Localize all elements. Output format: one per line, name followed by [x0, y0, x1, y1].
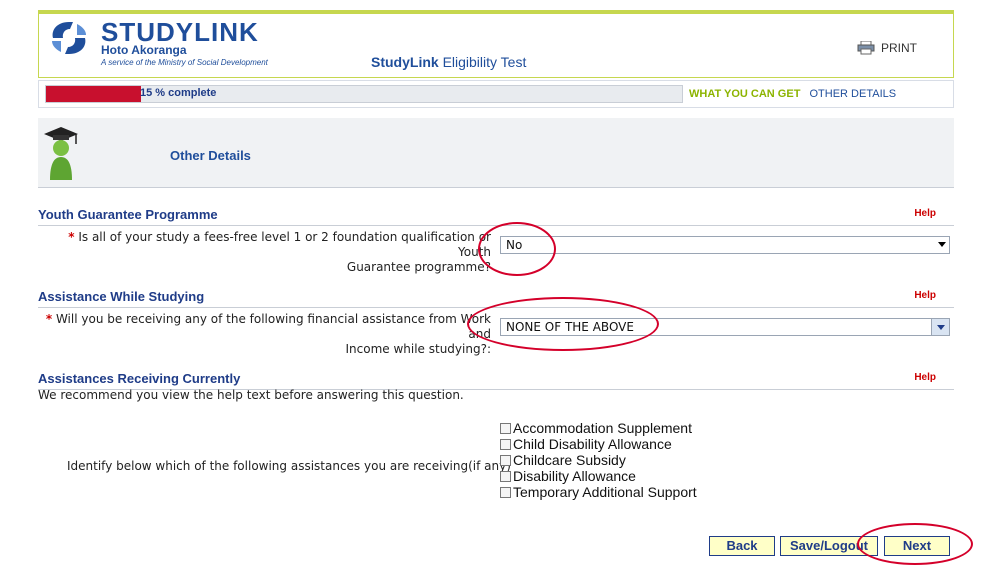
assistance-while-studying-select[interactable]: NONE OF THE ABOVE [500, 318, 950, 336]
question-title: Assistances Receiving Currently [38, 371, 241, 386]
question-label-line2: Income while studying?: [345, 342, 491, 356]
checkbox[interactable] [500, 454, 511, 466]
youth-guarantee-select[interactable]: No [500, 236, 950, 254]
checkbox-accommodation-supplement[interactable]: Accommodation Supplement [500, 420, 697, 436]
section-title: Other Details [170, 148, 251, 163]
question-title: Assistance While Studying [38, 289, 205, 304]
checkbox-label: Temporary Additional Support [513, 484, 697, 500]
back-button[interactable]: Back [709, 536, 775, 556]
question-label-assistance-while-studying: * Will you be receiving any of the follo… [36, 312, 491, 357]
checkbox-label: Childcare Subsidy [513, 452, 626, 468]
progress-label: 15 % complete [140, 87, 217, 99]
help-recommendation-note: We recommend you view the help text befo… [38, 388, 464, 402]
next-button[interactable]: Next [884, 536, 950, 556]
progress-bar-row: 15 % complete WHAT YOU CAN GET OTHER DET… [38, 80, 954, 108]
checkbox-label: Disability Allowance [513, 468, 636, 484]
progress-track: 15 % complete [45, 85, 683, 103]
checkbox[interactable] [500, 486, 511, 498]
step-what-you-can-get: WHAT YOU CAN GET [689, 88, 801, 100]
checkbox-child-disability-allowance[interactable]: Child Disability Allowance [500, 436, 697, 452]
logo-subtitle: Hoto Akoranga [101, 43, 187, 57]
checkbox-disability-allowance[interactable]: Disability Allowance [500, 468, 697, 484]
save-logout-button[interactable]: Save/Logout [780, 536, 878, 556]
studylink-logo-icon [52, 22, 86, 54]
checkbox-label: Child Disability Allowance [513, 436, 672, 452]
question-label-line1: Is all of your study a fees-free level 1… [78, 230, 491, 259]
question-label-youth-guarantee: * Is all of your study a fees-free level… [36, 230, 491, 275]
print-button[interactable]: PRINT [857, 41, 917, 55]
question-heading-assistance-while-studying: Assistance While Studying Help [38, 289, 954, 308]
question-label-line1: Will you be receiving any of the followi… [55, 312, 491, 341]
assistances-checkbox-list: Accommodation Supplement Child Disabilit… [500, 420, 697, 500]
app-title: StudyLink Eligibility Test [371, 54, 526, 70]
page-header: STUDYLINK Hoto Akoranga A service of the… [38, 10, 954, 78]
checkbox[interactable] [500, 470, 511, 482]
question-heading-youth-guarantee: Youth Guarantee Programme Help [38, 207, 954, 226]
identify-assistances-label: Identify below which of the following as… [67, 459, 511, 473]
dropdown-arrow-icon [937, 325, 945, 330]
required-mark: * [45, 312, 53, 326]
question-label-line2: Guarantee programme? [346, 260, 491, 274]
progress-fill [46, 86, 142, 102]
print-label: PRINT [881, 41, 917, 55]
dropdown-arrow-icon [938, 242, 946, 247]
selected-value: No [506, 238, 523, 252]
app-title-rest: Eligibility Test [442, 54, 527, 70]
step-other-details: OTHER DETAILS [809, 88, 897, 100]
logo-tagline: A service of the Ministry of Social Deve… [101, 58, 268, 67]
checkbox-label: Accommodation Supplement [513, 420, 692, 436]
checkbox[interactable] [500, 422, 511, 434]
checkbox[interactable] [500, 438, 511, 450]
help-link[interactable]: Help [914, 290, 936, 301]
section-banner: Other Details [38, 118, 954, 188]
dropdown-button[interactable] [931, 319, 949, 335]
help-link[interactable]: Help [914, 208, 936, 219]
step-indicator: WHAT YOU CAN GET OTHER DETAILS [689, 88, 896, 100]
help-link[interactable]: Help [914, 372, 936, 383]
printer-icon [857, 41, 875, 55]
checkbox-temporary-additional-support[interactable]: Temporary Additional Support [500, 484, 697, 500]
app-title-bold: StudyLink [371, 54, 439, 70]
selected-value: NONE OF THE ABOVE [506, 320, 634, 334]
graduate-icon [44, 127, 78, 180]
checkbox-childcare-subsidy[interactable]: Childcare Subsidy [500, 452, 697, 468]
question-title: Youth Guarantee Programme [38, 207, 218, 222]
required-mark: * [68, 230, 75, 244]
